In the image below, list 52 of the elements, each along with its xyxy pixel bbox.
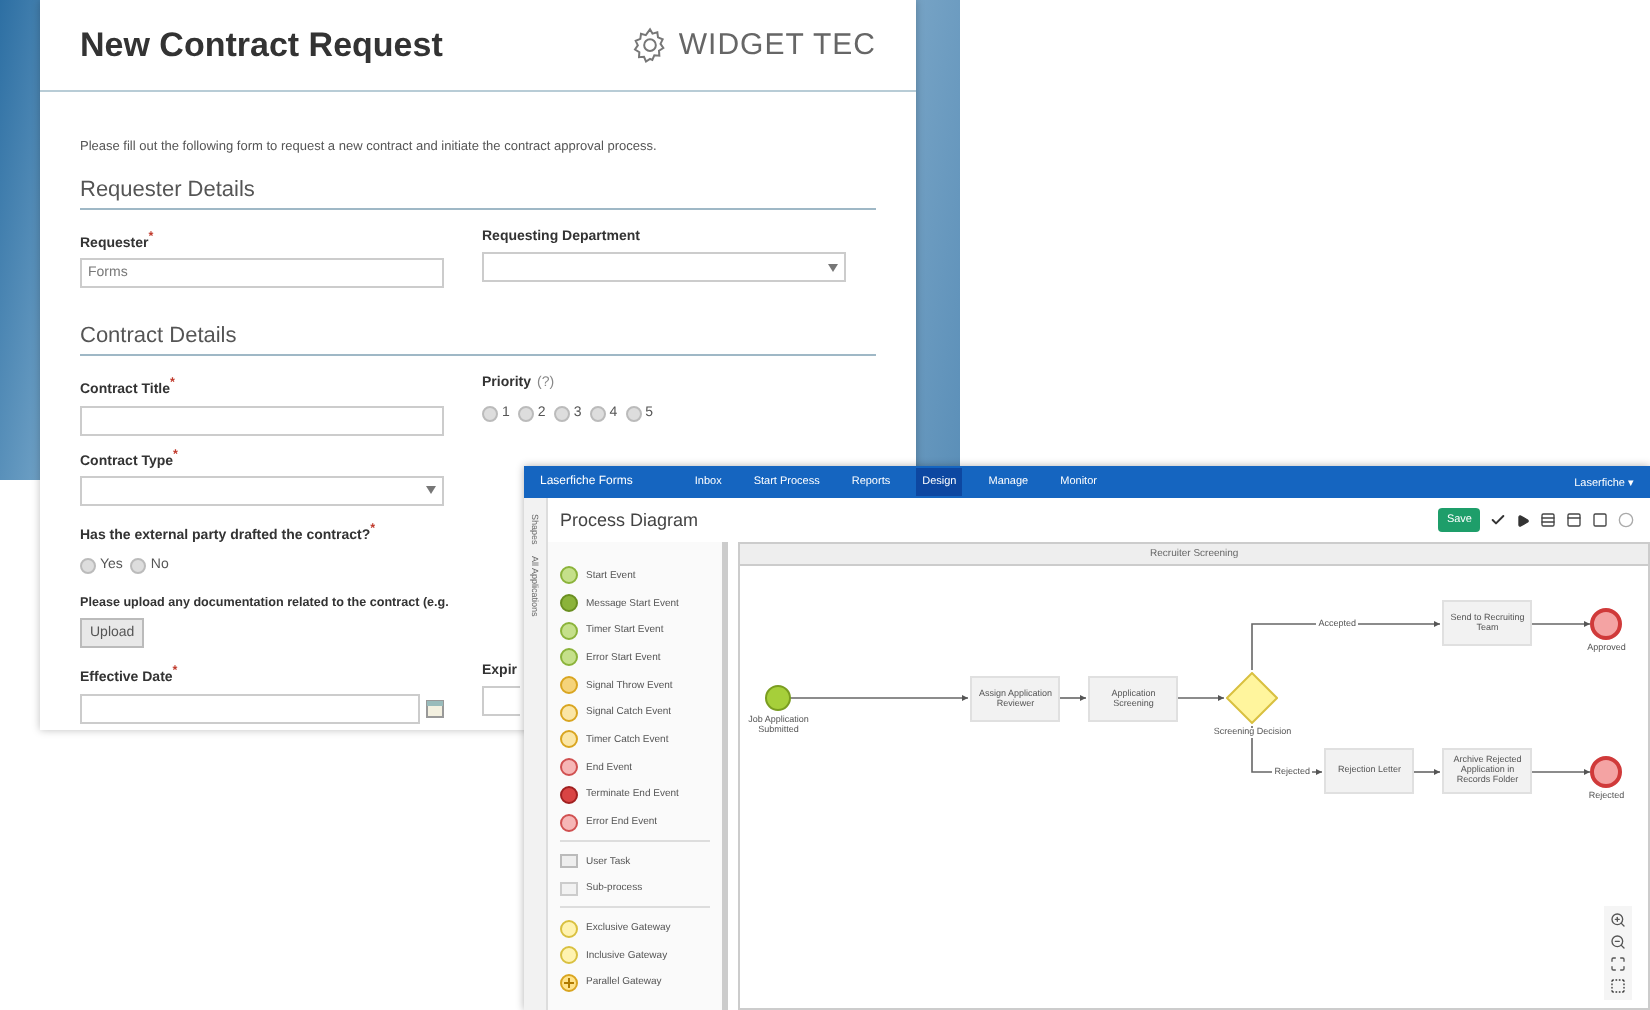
event-circle-icon bbox=[560, 703, 578, 722]
event-circle-icon bbox=[560, 973, 578, 992]
event-circle-icon bbox=[560, 676, 578, 695]
event-circle-icon bbox=[560, 946, 578, 965]
start-event-node bbox=[764, 684, 793, 712]
section-heading: Requester Details bbox=[80, 178, 876, 210]
caret-icon bbox=[426, 486, 436, 495]
dropdown-field[interactable] bbox=[482, 252, 846, 282]
zoom-out-icon[interactable] bbox=[1610, 934, 1626, 950]
form-title: New Contract Request bbox=[80, 25, 443, 65]
event-circle-icon bbox=[560, 648, 578, 667]
event-circle-icon bbox=[560, 919, 578, 938]
event-circle-icon bbox=[560, 730, 578, 749]
brand-name: WIDGET TEC bbox=[678, 28, 876, 62]
play-icon[interactable] bbox=[1516, 513, 1530, 527]
overview-icon[interactable] bbox=[1610, 978, 1626, 994]
radio-button[interactable] bbox=[589, 405, 606, 422]
event-circle-icon bbox=[560, 785, 578, 804]
event-circle-icon bbox=[560, 758, 578, 777]
event-circle-icon bbox=[560, 621, 578, 640]
date-field[interactable] bbox=[80, 693, 420, 724]
connector-arrow bbox=[1531, 768, 1592, 776]
radio-button[interactable] bbox=[482, 405, 498, 422]
radio-button[interactable] bbox=[80, 557, 96, 574]
event-circle-icon bbox=[560, 813, 578, 832]
end-event-node bbox=[1590, 608, 1623, 640]
section-heading: Contract Details bbox=[80, 324, 876, 357]
circle-icon[interactable] bbox=[1618, 512, 1634, 528]
date-field[interactable] bbox=[482, 686, 520, 717]
radio-button[interactable] bbox=[553, 405, 570, 422]
check-icon[interactable] bbox=[1490, 512, 1506, 528]
panel-icon[interactable] bbox=[1566, 512, 1582, 528]
calendar-icon[interactable] bbox=[426, 699, 444, 718]
table-icon[interactable] bbox=[1540, 512, 1556, 528]
radio-button[interactable] bbox=[517, 405, 534, 422]
event-circle-icon bbox=[560, 594, 578, 613]
connector-arrow bbox=[1413, 768, 1442, 776]
connector-arrow bbox=[1059, 694, 1088, 702]
input-field[interactable] bbox=[80, 405, 444, 436]
connector-arrow bbox=[1177, 694, 1226, 702]
event-circle-icon bbox=[560, 566, 578, 585]
radio-button[interactable] bbox=[625, 405, 642, 422]
dropdown-field[interactable] bbox=[80, 475, 444, 506]
radio-button[interactable] bbox=[130, 557, 147, 574]
gateway-node bbox=[1226, 672, 1279, 724]
square-icon[interactable] bbox=[1592, 512, 1608, 528]
end-event-node bbox=[1590, 756, 1623, 788]
caret-icon bbox=[828, 263, 838, 271]
page-title: Process Diagram bbox=[560, 510, 699, 530]
fit-icon[interactable] bbox=[1610, 956, 1626, 972]
zoom-in-icon[interactable] bbox=[1610, 912, 1626, 928]
connector-arrow bbox=[1531, 620, 1592, 628]
